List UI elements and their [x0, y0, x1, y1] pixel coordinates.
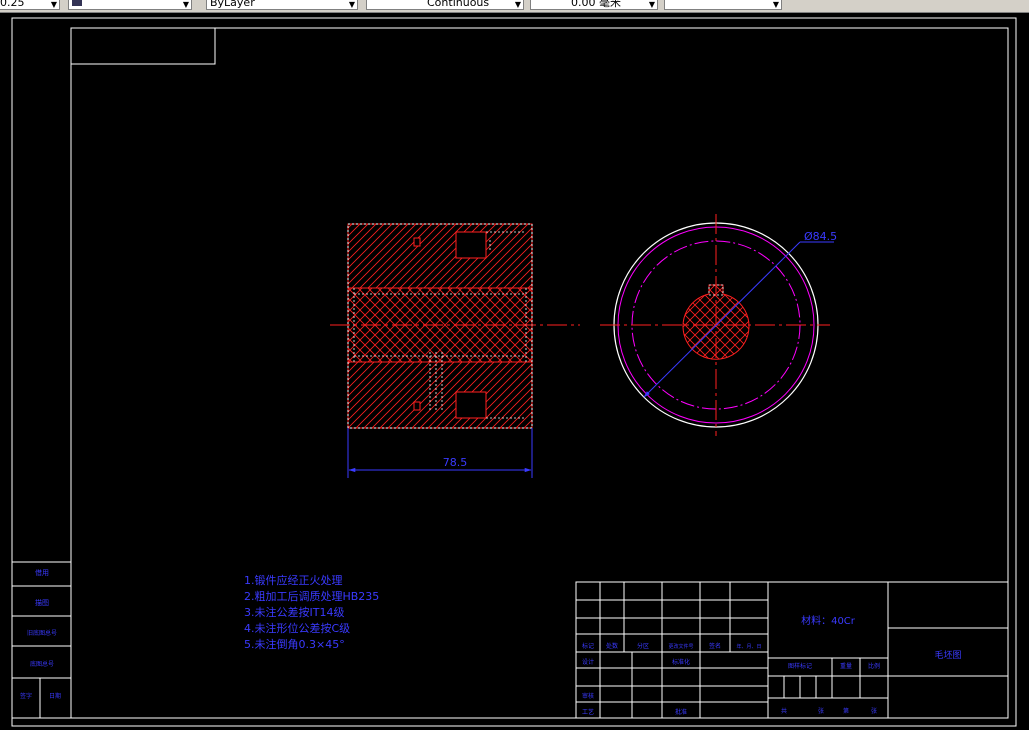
row-label-count: 处数 [606, 642, 618, 650]
annotation-scale-dropdown[interactable]: 0.25 ▼ [0, 0, 60, 10]
note-4: 4.未注形位公差按C级 [244, 621, 350, 635]
note-5: 5.未注倒角0.3×45° [244, 637, 345, 651]
color-dropdown[interactable]: 随颜色 ▼ [68, 0, 192, 10]
keyway-upper [455, 231, 487, 259]
keyway-lower-small [413, 401, 421, 411]
sheet-page-label: 第 [843, 707, 849, 715]
chevron-down-icon: ▼ [348, 0, 355, 9]
row-label-date: 年、月、日 [736, 643, 761, 650]
role-review: 审核 [582, 692, 594, 700]
linetype-value: Continuous [427, 0, 490, 9]
keyway-lower [455, 391, 487, 419]
chevron-down-icon: ▼ [648, 0, 655, 9]
section-upper-wall [347, 223, 533, 289]
note-1: 1.锻件应经正火处理 [244, 573, 343, 587]
linetype-dropdown[interactable]: Continuous ▼ [366, 0, 524, 10]
material-label: 材料：40Cr [801, 614, 856, 627]
note-2: 2.粗加工后调质处理HB235 [244, 590, 379, 603]
stamp-mark-label: 图样标记 [788, 662, 812, 670]
row-label-zone: 分区 [637, 642, 649, 650]
lineweight-dropdown[interactable]: 0.00 毫米 ▼ [530, 0, 658, 10]
title-block [575, 581, 1009, 719]
role-approve: 批准 [675, 708, 687, 716]
upper-left-box [70, 27, 216, 65]
scale-label: 比例 [868, 662, 880, 670]
diameter-leader [643, 241, 801, 398]
sheet-page-count-label: 张 [871, 707, 877, 715]
drawing-canvas[interactable]: 借用 描图 旧底图总号 底图总号 签字 日期 78.5 Ø84.5 1.锻件应经… [0, 12, 1029, 730]
technical-notes: 1.锻件应经正火处理 2.粗加工后调质处理HB235 3.未注公差按IT14级 … [244, 573, 379, 651]
layer-dropdown[interactable]: ByLayer ▼ [206, 0, 358, 10]
side-label-borrow: 借用 [35, 568, 49, 577]
width-dimension-text: 78.5 [443, 456, 468, 469]
role-design: 设计 [582, 658, 594, 666]
color-swatch-icon [72, 0, 82, 6]
part-name-label: 毛坯图 [934, 649, 961, 661]
keyway-upper-small [413, 237, 421, 247]
plotstyle-dropdown[interactable]: ▼ [664, 0, 782, 10]
chevron-down-icon: ▼ [182, 0, 189, 9]
side-label-base: 底图总号 [30, 660, 54, 668]
row-label-sign: 签名 [709, 642, 721, 650]
sheet-total-label: 共 [781, 707, 787, 715]
width-dimension[interactable]: 78.5 [347, 428, 533, 478]
diameter-dimension-text: Ø84.5 [804, 230, 837, 243]
note-3: 3.未注公差按IT14级 [244, 605, 344, 619]
section-view[interactable] [330, 223, 580, 429]
lineweight-value: 0.00 毫米 [571, 0, 621, 9]
row-label-change-doc: 更改文件号 [668, 643, 693, 650]
color-value: 随颜色 [89, 0, 123, 9]
drawing-frame [70, 27, 1009, 719]
annotation-scale-value: 0.25 [0, 0, 25, 9]
side-label-date: 日期 [49, 692, 61, 700]
role-process: 工艺 [582, 708, 594, 716]
weight-label: 重量 [840, 662, 852, 670]
chevron-down-icon: ▼ [772, 0, 779, 9]
side-label-sign: 签字 [20, 692, 32, 700]
chevron-down-icon: ▼ [514, 0, 521, 9]
sheet-count-label: 张 [818, 707, 824, 715]
row-label-mark: 标记 [582, 642, 594, 650]
section-lower-wall [347, 361, 533, 429]
chevron-down-icon: ▼ [50, 0, 57, 9]
end-view[interactable]: Ø84.5 [600, 214, 837, 436]
role-standardization: 标准化 [672, 658, 690, 666]
side-label-old-base: 旧底图总号 [27, 629, 57, 637]
layer-value: ByLayer [210, 0, 255, 9]
side-label-tracing: 描图 [35, 598, 49, 607]
